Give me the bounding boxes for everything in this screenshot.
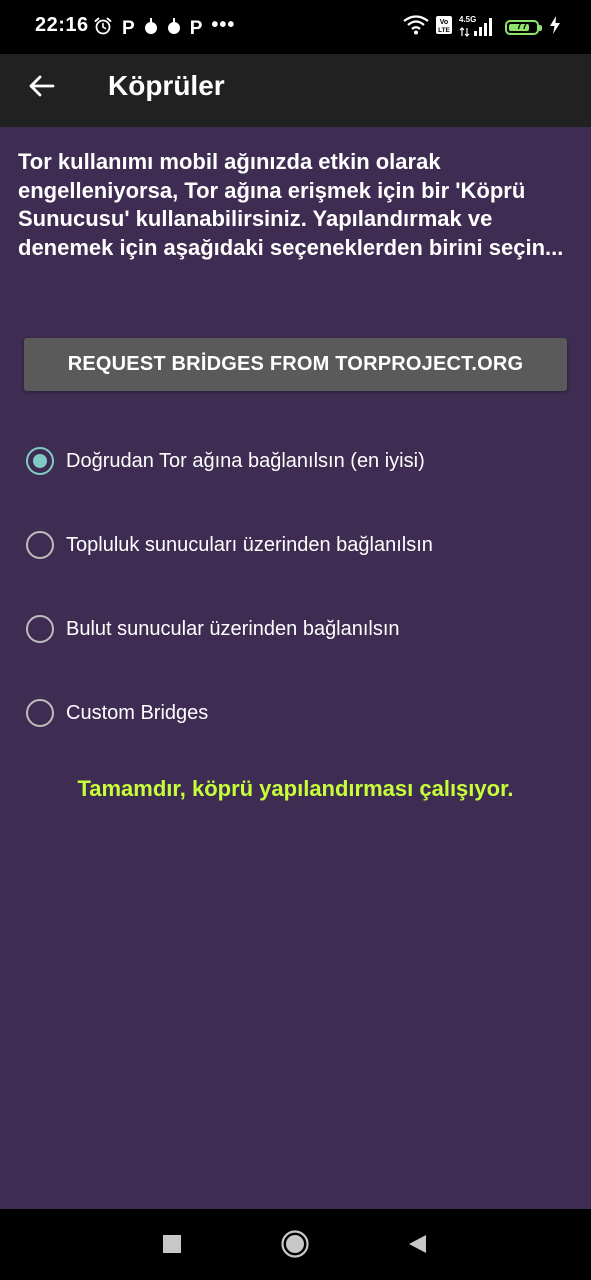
- drop-icon: [144, 17, 158, 40]
- radio-checked-icon[interactable]: [26, 447, 54, 475]
- radio-unchecked-icon[interactable]: [26, 531, 54, 559]
- home-button[interactable]: [280, 1229, 310, 1259]
- request-bridges-button[interactable]: REQUEST BRİDGES FROM TORPROJECT.ORG: [24, 338, 567, 391]
- battery-level: 77: [516, 21, 528, 32]
- drop-icon: [167, 17, 181, 40]
- signal-icon: 4.5G: [459, 16, 493, 38]
- radio-unchecked-icon[interactable]: [26, 615, 54, 643]
- option-label: Doğrudan Tor ağına bağlanılsın (en iyisi…: [66, 449, 425, 472]
- page-title: Köprüler: [108, 70, 225, 101]
- system-icons: Vo LTE 4.5G 77: [403, 14, 561, 40]
- app-bar: Köprüler: [0, 54, 591, 127]
- svg-text:Vo: Vo: [440, 19, 448, 26]
- charging-icon: [549, 15, 561, 40]
- option-label: Custom Bridges: [66, 701, 209, 724]
- option-cloud[interactable]: Bulut sunucular üzerinden bağlanılsın: [25, 609, 400, 649]
- p-icon: P: [189, 17, 203, 39]
- back-button[interactable]: [22, 66, 62, 106]
- back-triangle-icon: [409, 1235, 426, 1253]
- option-community[interactable]: Topluluk sunucuları üzerinden bağlanılsı…: [25, 525, 433, 565]
- notification-icons: P P •••: [93, 15, 235, 41]
- svg-text:LTE: LTE: [438, 27, 450, 34]
- option-label: Bulut sunucular üzerinden bağlanılsın: [66, 617, 400, 640]
- wifi-icon: [403, 14, 429, 40]
- volte-icon: Vo LTE: [435, 15, 453, 40]
- p-icon: P: [122, 17, 135, 39]
- navigation-bar: [0, 1209, 591, 1280]
- option-custom[interactable]: Custom Bridges: [25, 693, 208, 733]
- radio-unchecked-icon[interactable]: [26, 699, 54, 727]
- option-label: Topluluk sunucuları üzerinden bağlanılsı…: [66, 533, 433, 556]
- battery-tip: [539, 24, 542, 31]
- arrow-back-icon: [29, 75, 55, 97]
- more-icon: •••: [211, 14, 236, 36]
- status-time: 22:16: [35, 14, 89, 36]
- recents-square-icon: [163, 1235, 181, 1253]
- recents-button[interactable]: [157, 1229, 187, 1259]
- bridge-status-message: Tamamdır, köprü yapılandırması çalışıyor…: [77, 776, 514, 801]
- home-circle-icon: [281, 1230, 309, 1258]
- battery-icon: 77: [505, 19, 542, 35]
- option-direct[interactable]: Doğrudan Tor ağına bağlanılsın (en iyisi…: [25, 441, 425, 481]
- nav-back-button[interactable]: [402, 1229, 432, 1259]
- radio-dot: [32, 453, 47, 468]
- alarm-icon: [93, 16, 113, 41]
- intro-text: Tor kullanımı mobil ağınızda etkin olara…: [18, 149, 564, 260]
- status-bar: 22:16 P P ••• Vo LTE 4.5G 77: [0, 0, 591, 54]
